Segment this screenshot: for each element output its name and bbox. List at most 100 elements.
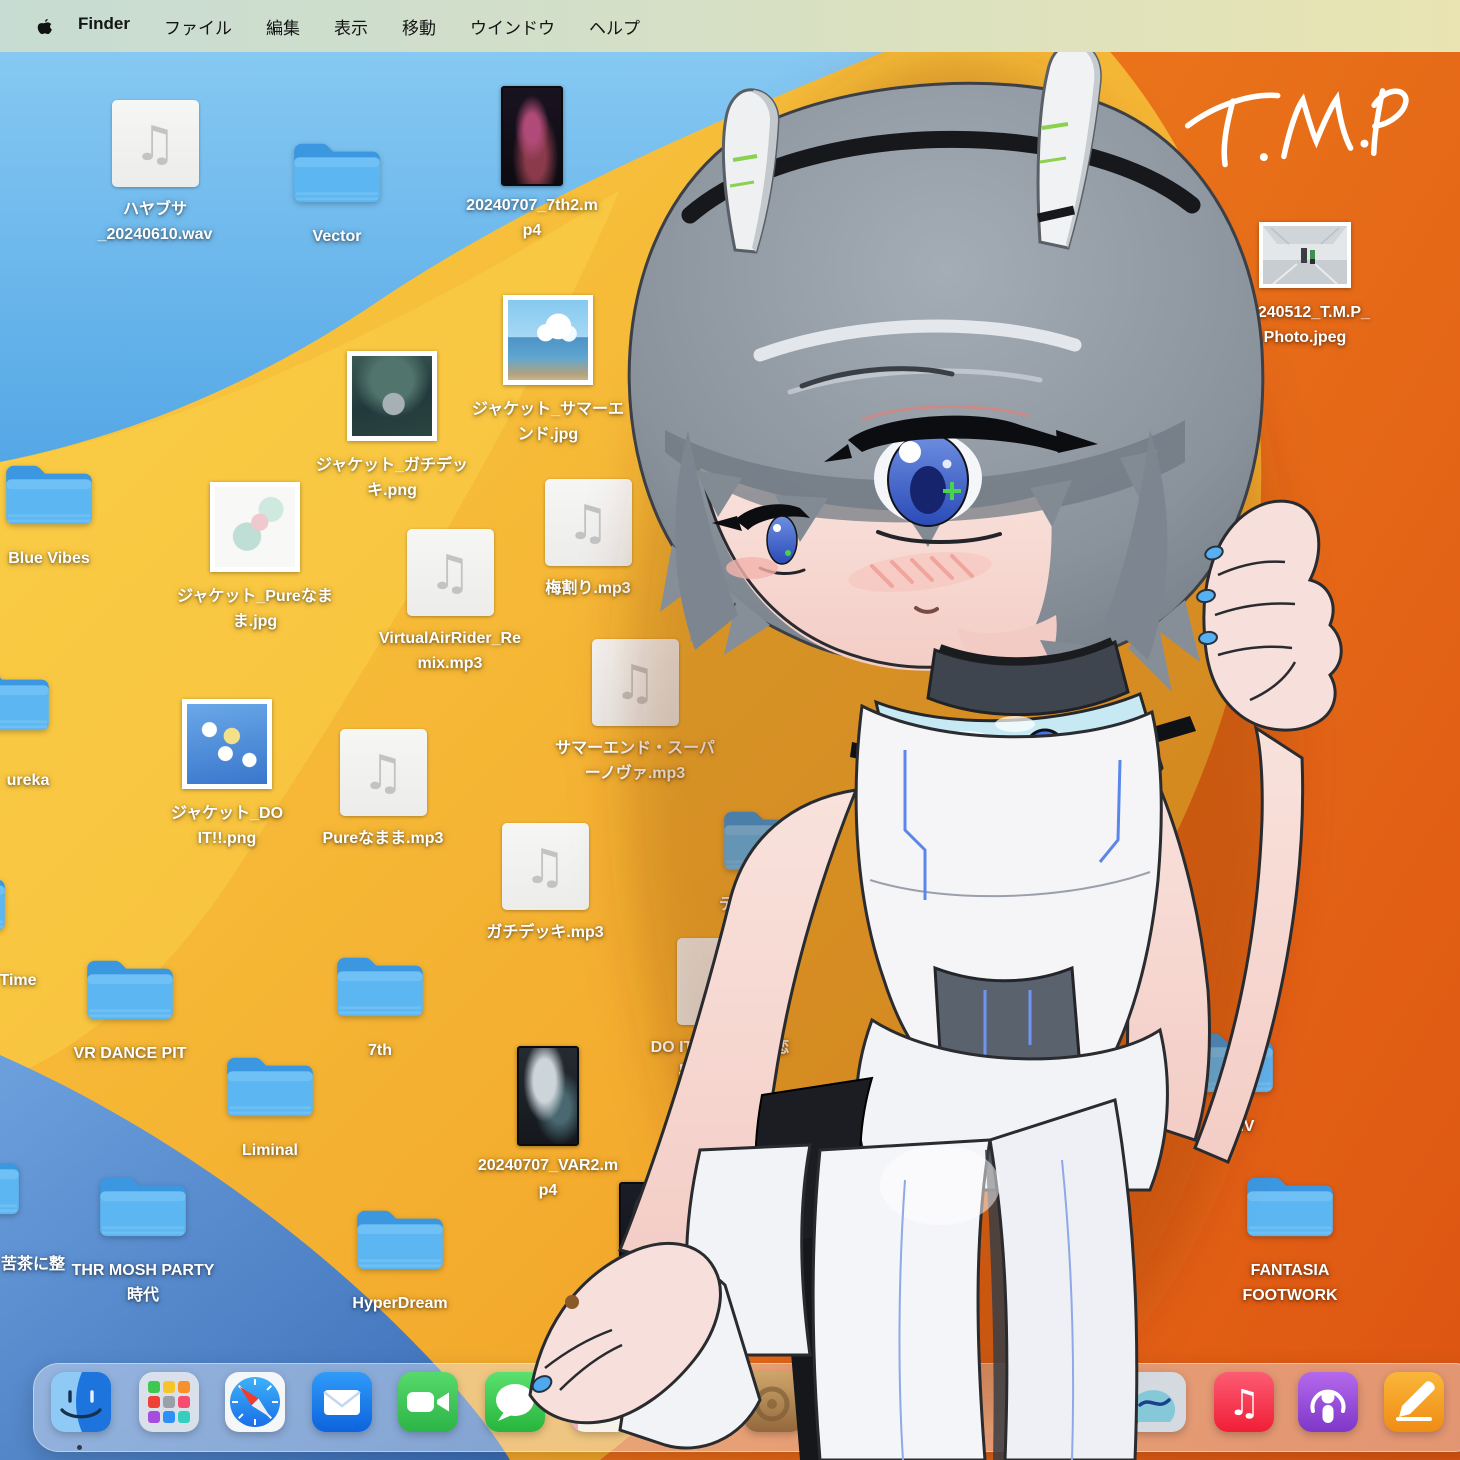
svg-text:♫: ♫ [1228,1383,1260,1424]
desktop-icon-thr-mosh-party[interactable]: THR MOSH PARTY時代 [33,1170,253,1308]
menu-bar: Finderファイル編集表示移動ウインドウヘルプ [0,0,1460,52]
maps-icon [569,1370,633,1434]
dock-item-facetime[interactable] [396,1370,460,1434]
desktop-icon-label: ureka [0,768,78,793]
folder-thumbnail [96,1170,190,1242]
safari-icon [223,1370,287,1434]
photos-icon [656,1370,720,1434]
desktop-icon-label: ガチデッキ.mp3 [486,920,603,945]
image-thumbnail [210,482,300,572]
music-note-glyph: ♫ [566,499,609,547]
music-thumbnail: ♫ [592,639,679,726]
desktop-icon-label: THR MOSH PARTY時代 [72,1258,215,1308]
folder-thumbnail [290,136,384,208]
dock-item-pages[interactable] [1382,1370,1446,1434]
image-thumbnail [503,295,593,385]
desktop-icon-desktop-folder[interactable]: デスクトップ [657,804,877,917]
desktop-icon-liminal[interactable]: Liminal [160,1050,380,1163]
desktop-icon-gspiv[interactable]: GSPIV [1120,1026,1340,1139]
menu-item-2[interactable]: 編集 [249,14,317,39]
image-thumbnail [182,699,272,789]
music-thumbnail: ♫ [340,729,427,816]
apple-menu-icon[interactable] [33,14,53,38]
desktop-icon-jacket-gachideck[interactable]: ジャケット_ガチデッキ.png [282,351,502,503]
desktop-icon-time[interactable]: Time [0,864,72,936]
desktop-icon-jacket-pure-namama[interactable]: ジャケット_Pureなまま.jpg [145,482,365,634]
dock-item-maps[interactable] [569,1370,633,1434]
menu-items: Finderファイル編集表示移動ウインドウヘルプ [61,14,657,39]
desktop-icon-label: ジャケット_DOIT!!.png [171,801,283,851]
folder-thumbnail [223,1050,317,1122]
desktop-icon-summer-end-supernova[interactable]: ♫ サマーエンド・スーパーノヴァ.mp3 [525,639,745,786]
music-note-glyph: ♫ [698,958,741,1006]
desktop-icon-label: Liminal [242,1138,298,1163]
dock-item-obscured-app-brown[interactable] [742,1370,806,1434]
desktop-icon-fantasia-footwork[interactable]: FANTASIAFOOTWORK [1180,1170,1400,1308]
desktop: ♫ハヤブサ_20240610.wavVector20240707_7th2.mp… [0,0,1460,1460]
folder-thumbnail [2,458,96,530]
menu-item-6[interactable]: ヘルプ [572,14,657,39]
music-note-glyph: ♫ [428,549,471,597]
music-thumbnail: ♫ [677,938,764,1025]
desktop-icon-eureka[interactable]: ureka [0,664,116,736]
desktop-icon-label: ジャケット_Pureなまま.jpg [177,584,333,634]
desktop-icon-label: Pureなまま.mp3 [323,826,444,851]
desktop-icon-label: FANTASIAFOOTWORK [1242,1258,1337,1308]
dock-item-messages[interactable] [483,1370,547,1434]
desktop-icon-label: デスクトップ [719,892,815,917]
finder-running-indicator [77,1445,82,1450]
desktop-icon-unnamed-video[interactable] [540,1182,760,1282]
desktop-icon-hyperdream[interactable]: HyperDream [290,1203,510,1316]
dock-item-mail[interactable] [310,1370,374,1434]
dock-item-launchpad[interactable] [137,1370,201,1434]
folder-thumbnail [353,1203,447,1275]
folder-thumbnail [720,804,814,876]
dock-item-podcasts[interactable] [1296,1370,1360,1434]
dock: ♫ [33,1363,1460,1452]
dock-item-safari[interactable] [223,1370,287,1434]
desktop-icon-label: VirtualAirRider_Remix.mp3 [379,626,521,676]
dock-item-finder[interactable] [49,1370,113,1434]
podcasts-icon [1296,1370,1360,1434]
desktop-icon-tmp-photo[interactable]: 20240512_T.M.P_Photo.jpeg [1195,222,1415,350]
facetime-icon [396,1370,460,1434]
menu-item-4[interactable]: 移動 [385,14,453,39]
video-thumbnail [501,86,563,186]
dock-item-music[interactable]: ♫ [1212,1370,1276,1434]
music-icon: ♫ [1212,1370,1276,1434]
desktop-icon-blue-vibes[interactable]: Blue Vibes [0,458,159,571]
desktop-icon-label: 20240707_7th2.mp4 [466,193,598,243]
folder-thumbnail [1183,1026,1277,1098]
dock-item-photos[interactable] [656,1370,720,1434]
desktop-icon-label: サマーエンド・スーパーノヴァ.mp3 [555,736,715,786]
folder-thumbnail [83,953,177,1025]
menu-item-1[interactable]: ファイル [147,14,249,39]
menu-item-app[interactable]: Finder [61,14,147,39]
desktop-icon-vector[interactable]: Vector [227,136,447,249]
music-thumbnail: ♫ [502,823,589,910]
finder-icon [49,1370,113,1434]
music-note-glyph: ♫ [133,120,176,168]
video-thumbnail [619,1182,681,1282]
launchpad-icon [137,1370,201,1434]
folder-thumbnail [0,1148,23,1220]
obscured-grey-app-icon [1124,1370,1188,1434]
pages-icon [1382,1370,1446,1434]
menu-item-3[interactable]: 表示 [317,14,385,39]
folder-thumbnail [1243,1170,1337,1242]
music-thumbnail: ♫ [407,529,494,616]
music-note-glyph: ♫ [613,659,656,707]
video-thumbnail [517,1046,579,1146]
messages-icon [483,1370,547,1434]
dock-item-obscured-app-grey[interactable] [1124,1370,1188,1434]
desktop-icon-20240707-var2-mp4[interactable]: 20240707_VAR2.mp4 [438,1046,658,1203]
desktop-icon-label: GSPIV [1206,1114,1255,1139]
folder-thumbnail [0,664,53,736]
desktop-icon-20240707-7th2-mp4[interactable]: 20240707_7th2.mp4 [422,86,642,243]
desktop-icon-label: DO IT!! feat.ぶっ恋呂百花.mp3 [651,1035,790,1085]
music-note-glyph: ♫ [361,749,404,797]
desktop-icon-label: Vector [313,224,362,249]
desktop-icon-gachideck-mp3[interactable]: ♫ ガチデッキ.mp3 [435,823,655,945]
music-note-glyph: ♫ [523,843,566,891]
menu-item-5[interactable]: ウインドウ [453,14,572,39]
